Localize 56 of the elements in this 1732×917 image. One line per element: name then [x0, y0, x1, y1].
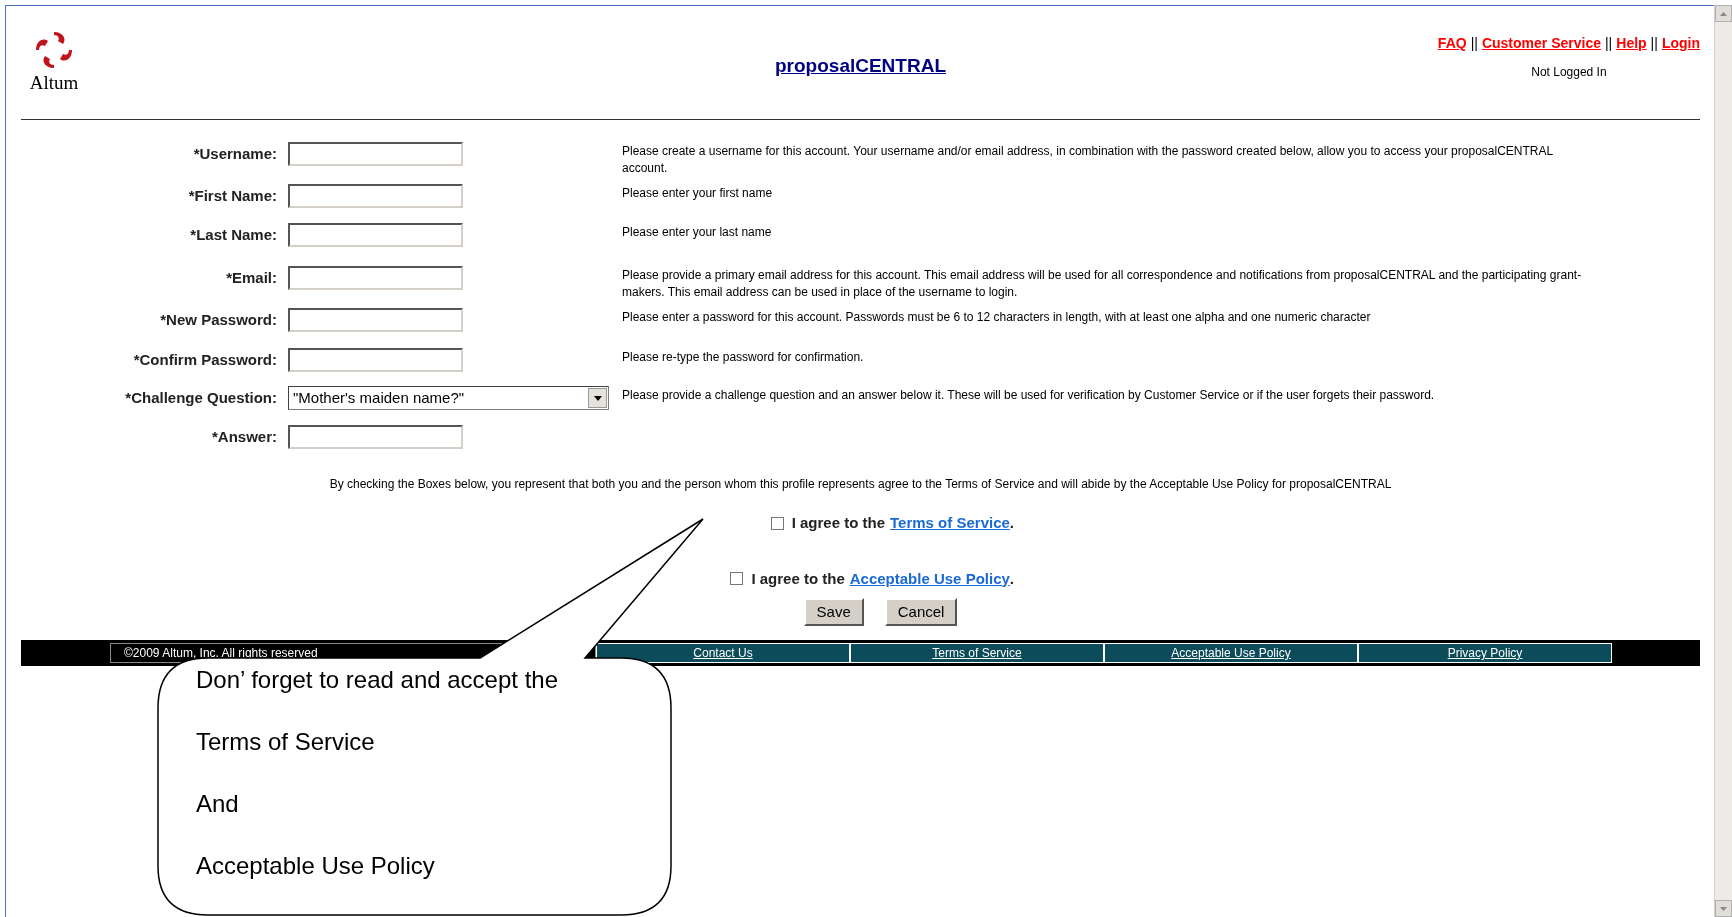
- period-text: .: [1009, 513, 1014, 533]
- scrollbar[interactable]: [1714, 5, 1732, 917]
- field-label: *First Name:: [187, 186, 277, 206]
- field-description: Please provide a primary email address for this account. This email address will be used for all correspondence and notifications from proposalCENTRAL and the participating grant-makers. This email address can be used in place of the username to login.: [622, 267, 1582, 301]
- dropdown-field[interactable]: "Mother's maiden name?": [288, 386, 609, 410]
- consent-note: By checking the Boxes below, you represent that both you and the person whom this profile represents agree to the Terms of Service and will abide by the Acceptable Use Policy for proposalCENTRAL: [328, 476, 1393, 493]
- input-field[interactable]: [288, 348, 463, 372]
- header-link[interactable]: Customer Service: [1481, 33, 1601, 54]
- header-link[interactable]: Login: [1661, 33, 1700, 54]
- field-label: *New Password:: [159, 310, 277, 330]
- input-field[interactable]: [288, 142, 463, 166]
- header-link[interactable]: Help: [1616, 33, 1647, 54]
- form-button[interactable]: Cancel: [884, 598, 958, 626]
- input-field[interactable]: [288, 184, 463, 208]
- input-field[interactable]: [288, 266, 463, 290]
- callout-text: Acceptable Use Policy: [196, 852, 436, 880]
- footer-link[interactable]: Contact Us: [596, 643, 850, 663]
- field-description: Please enter your last name: [622, 224, 773, 241]
- field-label: *Last Name:: [189, 225, 277, 245]
- logo-text: Altum: [29, 73, 79, 92]
- footer-link[interactable]: Privacy Policy: [1358, 643, 1612, 663]
- logo-icon: [33, 29, 75, 71]
- callout-text: Terms of Service: [196, 728, 376, 756]
- site-title-link[interactable]: proposalCENTRAL: [775, 52, 946, 81]
- field-label: *Answer:: [210, 427, 277, 447]
- footer-link[interactable]: Terms of Service: [850, 643, 1104, 663]
- field-description: Please create a username for this account. Your username and/or email address, in combination with the password created below, allow you to access your proposalCENTRAL account.: [622, 143, 1554, 177]
- field-label: *Confirm Password:: [132, 350, 277, 370]
- agreement-label: I agree to the: [791, 513, 886, 533]
- input-field[interactable]: [288, 223, 463, 247]
- checkbox[interactable]: [770, 516, 784, 530]
- field-label: *Email:: [225, 268, 277, 288]
- agreement-link[interactable]: Terms of Service: [890, 512, 1010, 535]
- login-status: Not Logged In: [1531, 64, 1607, 81]
- link-separator: ||: [1649, 34, 1659, 53]
- input-field[interactable]: [288, 425, 463, 449]
- callout-text: And: [196, 790, 240, 818]
- field-description: Please re-type the password for confirmation.: [622, 349, 865, 366]
- footer-link[interactable]: Acceptable Use Policy: [1104, 643, 1358, 663]
- field-description: Please provide a challenge question and an answer below it. These will be used for verification by Customer Service or if the user forgets their password.: [622, 387, 1436, 404]
- link-separator: ||: [1604, 34, 1614, 53]
- agreement-link[interactable]: Acceptable Use Policy: [849, 567, 1010, 590]
- period-text: .: [1009, 568, 1014, 589]
- callout-text: Don’ forget to read and accept the: [196, 666, 558, 694]
- field-label: *Username:: [192, 144, 277, 164]
- field-description: Please enter your first name: [622, 185, 774, 202]
- link-separator: ||: [1469, 34, 1479, 53]
- scroll-up-icon[interactable]: [1715, 5, 1732, 22]
- form-button[interactable]: Save: [803, 598, 864, 626]
- field-description: Please enter a password for this account. Passwords must be 6 to 12 characters in length, with at least one alpha and one numeric character: [622, 309, 1372, 326]
- field-label: *Challenge Question:: [124, 388, 277, 408]
- input-field[interactable]: [288, 308, 463, 332]
- scroll-down-icon[interactable]: [1715, 900, 1732, 917]
- header-link[interactable]: FAQ: [1437, 33, 1467, 54]
- agreement-label: I agree to the: [751, 568, 845, 589]
- checkbox[interactable]: [730, 572, 744, 586]
